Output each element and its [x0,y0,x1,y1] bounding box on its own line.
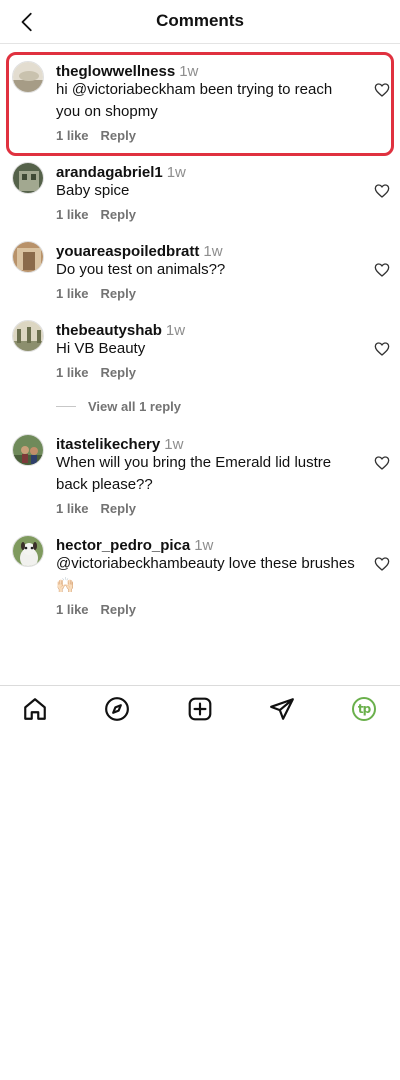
comment-time: 1w [194,537,214,554]
nav-home[interactable] [22,696,48,722]
comment-header: youareaspoiledbratt 1w [56,243,223,260]
comment-likes[interactable]: 1 like [56,128,89,143]
reply-button[interactable]: Reply [101,207,136,222]
home-icon [24,698,46,720]
heart-icon[interactable] [374,262,390,278]
create-icon [188,697,212,721]
comment-meta: 1 like Reply [56,128,136,143]
comment-username[interactable]: thebeautyshab [56,322,162,339]
divider [56,406,76,407]
comment-text: Hi VB Beauty [56,340,146,357]
comment-text: hi @victoriabeckham been trying to reach… [56,81,333,120]
avatar[interactable] [12,162,44,194]
comment-header: thebeautyshab 1w [56,322,185,339]
comment-text: @victoriabeckhambeauty love these brushe… [56,555,355,594]
comment-username[interactable]: arandagabriel1 [56,164,163,181]
comment-header: arandagabriel1 1w [56,164,186,181]
comment-text: When will you bring the Emerald lid lust… [56,454,332,493]
heart-icon[interactable] [374,183,390,199]
comment-username[interactable]: itastelikechery [56,436,160,453]
comment-likes[interactable]: 1 like [56,207,89,222]
bottom-nav: tp [0,685,400,731]
comment-username[interactable]: youareaspoiledbratt [56,243,199,260]
comment-text: Baby spice [56,182,130,199]
nav-profile[interactable]: tp [351,696,377,722]
heart-icon[interactable] [374,556,390,572]
avatar[interactable] [12,535,44,567]
reply-button[interactable]: Reply [101,286,136,301]
comment-time: 1w [203,243,223,260]
comment-text: Do you test on animals?? [56,261,226,278]
heart-icon[interactable] [374,82,390,98]
heart-icon[interactable] [374,455,390,471]
comment-time: 1w [165,322,186,339]
nav-direct[interactable] [269,696,295,722]
comment-meta: 1 like Reply [56,207,136,222]
comment-meta: 1 like Reply [56,286,136,301]
avatar[interactable] [12,61,44,93]
nav-create[interactable] [187,696,213,722]
header-bar: Comments [0,0,400,44]
avatar[interactable] [12,241,44,273]
page-title: Comments [156,11,244,30]
reply-button[interactable]: Reply [101,602,136,617]
view-replies-button[interactable]: View all 1 reply [56,399,181,414]
comment-meta: 1 like Reply [56,501,136,516]
comment-likes[interactable]: 1 like [56,365,89,380]
comment-header: theglowwellness 1w [56,63,198,80]
explore-icon [105,697,129,721]
comment-time: 1w [164,436,184,453]
reply-button[interactable]: Reply [101,501,136,516]
avatar[interactable] [12,320,44,352]
direct-icon [270,698,294,720]
comment-likes[interactable]: 1 like [56,286,89,301]
comment-username[interactable]: hector_pedro_pica [56,537,190,554]
comment-time: 1w [179,63,199,80]
comment-header: itastelikechery 1w [56,436,183,453]
nav-explore[interactable] [104,696,130,722]
heart-icon[interactable] [374,341,390,357]
comment-likes[interactable]: 1 like [56,501,89,516]
comment-likes[interactable]: 1 like [56,602,89,617]
comment-time: 1w [166,164,186,181]
comment-header: hector_pedro_pica 1w [56,537,213,554]
avatar[interactable] [12,434,44,466]
reply-button[interactable]: Reply [101,365,136,380]
comment-username[interactable]: theglowwellness [56,63,175,80]
comment-meta: 1 like Reply [56,602,136,617]
reply-button[interactable]: Reply [101,128,136,143]
profile-icon: tp [352,697,376,721]
view-replies-label: View all 1 reply [88,399,181,414]
comment-meta: 1 like Reply [56,365,136,380]
